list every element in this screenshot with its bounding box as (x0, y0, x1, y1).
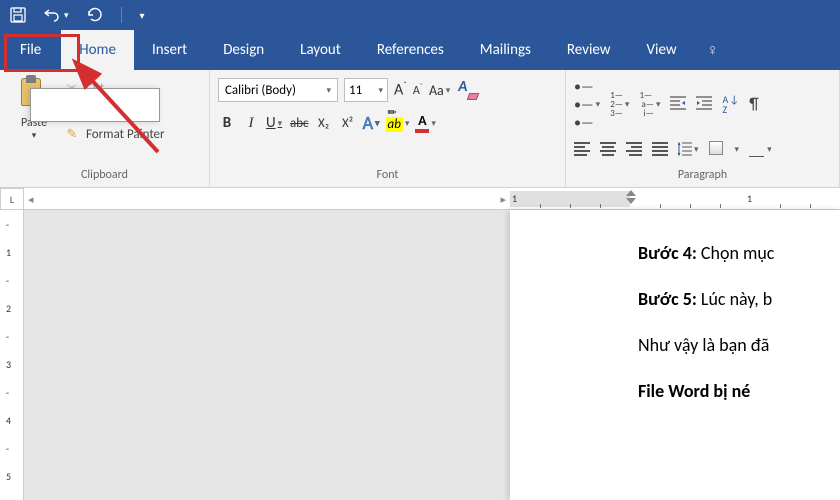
tab-mailings[interactable]: Mailings (462, 30, 549, 70)
undo-icon[interactable]: ▾ (44, 7, 69, 23)
doc-line: Bước 5: Lúc này, b (638, 288, 840, 310)
align-left-button[interactable] (574, 142, 590, 156)
paste-dropdown-icon[interactable]: ▾ (32, 130, 37, 141)
doc-line: Bước 4: Chọn mục (638, 242, 840, 264)
underline-button[interactable]: U▾ (266, 114, 284, 132)
paste-button[interactable]: Paste ▾ (8, 74, 60, 165)
tell-me-icon[interactable]: ♀ (695, 30, 737, 70)
indent-marker[interactable] (626, 190, 636, 204)
align-center-button[interactable] (600, 142, 616, 156)
bullets-button[interactable]: •—•—•—▾ (574, 78, 600, 131)
format-painter-icon: ✎ (64, 126, 80, 142)
paragraph-group-label: Paragraph (574, 165, 831, 187)
tab-review[interactable]: Review (549, 30, 629, 70)
paste-icon (18, 78, 50, 114)
strikethrough-button[interactable]: abc (290, 116, 309, 131)
shading-dropdown-icon[interactable]: ▾ (735, 144, 740, 155)
tab-references[interactable]: References (359, 30, 462, 70)
increase-indent-button[interactable] (696, 96, 712, 114)
scroll-right-icon[interactable]: ▸ (500, 193, 506, 206)
decrease-indent-button[interactable] (670, 96, 686, 114)
tab-design[interactable]: Design (205, 30, 282, 70)
clipboard-group-label: Clipboard (8, 165, 201, 187)
format-painter-button[interactable]: ✎ Format Painter (64, 126, 165, 142)
vertical-ruler[interactable]: - 1 - 2 - 3 - 4 - 5 (0, 210, 24, 500)
tab-insert[interactable]: Insert (134, 30, 205, 70)
format-painter-label: Format Painter (86, 127, 165, 142)
qat-separator (121, 7, 122, 23)
tab-file[interactable]: File (0, 30, 61, 70)
tab-home[interactable]: Home (61, 30, 134, 70)
doc-line: Như vậy là bạn đã (638, 334, 840, 356)
redo-icon[interactable] (87, 7, 103, 23)
tab-layout[interactable]: Layout (282, 30, 359, 70)
font-color-button[interactable]: A ▾ (415, 114, 436, 133)
font-name-value: Calibri (Body) (225, 83, 296, 98)
chevron-down-icon: ▾ (326, 85, 331, 96)
highlight-button[interactable]: ✏ab ▾ (386, 114, 410, 133)
subscript-button[interactable]: X₂ (315, 116, 333, 131)
grow-font-button[interactable]: Aˆ (394, 80, 407, 99)
shading-button[interactable] (709, 141, 725, 157)
superscript-button[interactable]: X² (339, 116, 357, 131)
line-spacing-button[interactable]: ▾ (678, 142, 699, 156)
align-right-button[interactable] (626, 142, 642, 156)
customize-qat-icon[interactable]: ▾ (140, 9, 145, 22)
document-page[interactable]: Bước 4: Chọn mục Bước 5: Lúc này, b Như … (510, 210, 840, 500)
horizontal-scrollbar-left[interactable]: ◂ ▸ (24, 188, 510, 210)
font-size-select[interactable]: 11 ▾ (344, 78, 388, 102)
save-icon[interactable] (10, 7, 26, 23)
editor-gray-area (24, 210, 510, 500)
tab-view[interactable]: View (629, 30, 695, 70)
align-justify-button[interactable] (652, 142, 668, 156)
numbering-button[interactable]: 1—2—3—▾ (610, 91, 629, 118)
multilevel-list-button[interactable]: 1— a— i—▾ (639, 91, 660, 118)
bold-button[interactable]: B (218, 114, 236, 132)
change-case-button[interactable]: Aa▾ (429, 82, 450, 99)
scroll-left-icon[interactable]: ◂ (28, 193, 34, 206)
font-name-select[interactable]: Calibri (Body) ▾ (218, 78, 338, 102)
clear-formatting-button[interactable]: A (456, 80, 478, 100)
shrink-font-button[interactable]: Aˇ (413, 82, 423, 98)
chevron-down-icon: ▾ (378, 85, 383, 96)
font-group-label: Font (218, 165, 557, 187)
ruler-corner[interactable]: L (0, 188, 24, 210)
font-size-value: 11 (349, 83, 362, 98)
borders-button[interactable]: ▾ (749, 142, 772, 157)
horizontal-ruler[interactable]: 1 1 (510, 188, 840, 210)
italic-button[interactable]: I (242, 115, 260, 132)
doc-line: File Word bị né (638, 380, 840, 402)
text-effects-button[interactable]: A▾ (363, 112, 380, 134)
sort-button[interactable]: A↓ Z (722, 95, 739, 114)
show-hide-pilcrow-button[interactable]: ¶ (749, 95, 758, 114)
